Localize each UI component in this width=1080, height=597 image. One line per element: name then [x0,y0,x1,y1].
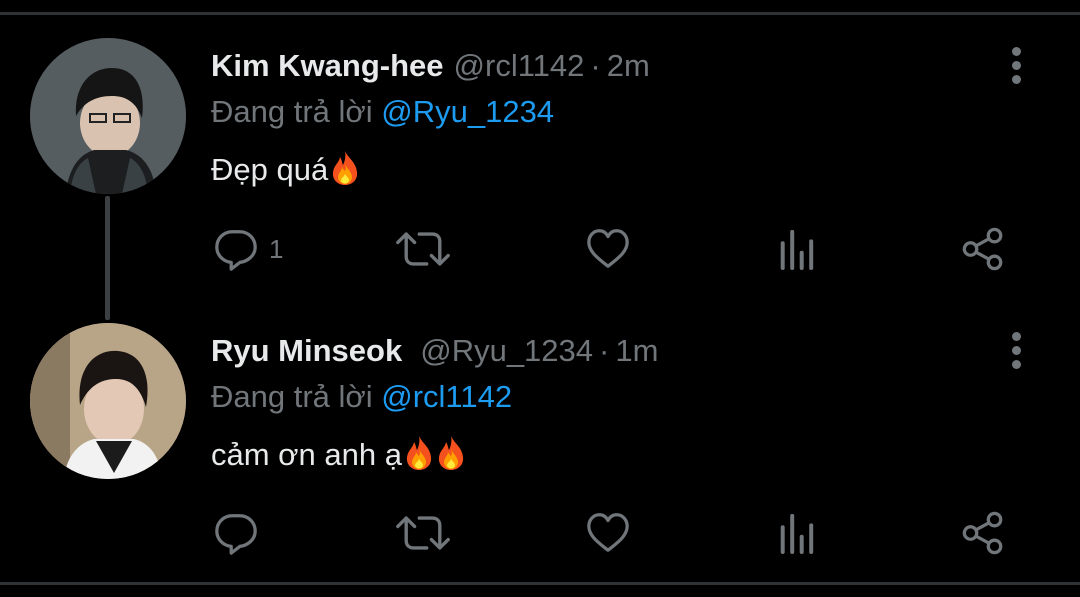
like-button[interactable] [585,508,631,558]
separator-dot: · [599,333,610,368]
more-options-icon[interactable] [1006,46,1028,86]
fire-emoji [404,435,434,471]
like-icon [585,226,631,272]
timestamp[interactable]: 1m [615,333,658,368]
handle[interactable]: @rcl1142 [454,48,585,83]
analytics-icon [777,510,815,556]
mention-link[interactable]: @rcl1142 [381,379,512,414]
more-options-icon[interactable] [1006,331,1028,371]
share-icon [960,510,1006,556]
retweet-button[interactable] [395,224,451,274]
avatar[interactable] [30,38,186,194]
tweet-text: Đẹp quá [211,148,360,192]
replying-to-label: Đang trả lời [211,94,373,129]
replying-to: Đang trả lời @rcl1142 [211,377,512,417]
avatar[interactable] [30,323,186,479]
replying-to: Đang trả lời @Ryu_1234 [211,92,554,132]
analytics-button[interactable] [777,224,815,274]
fire-emoji [330,150,360,186]
bottom-divider [0,582,1080,585]
tweet-text-content: Đẹp quá [211,152,329,187]
tweet[interactable]: Ryu Minseok @Ryu_1234 · 1m Đang trả lời @rc… [0,290,1080,580]
like-icon [585,510,631,556]
tweet-text-content: cảm ơn anh ạ [211,437,402,472]
reply-count: 1 [269,233,284,264]
retweet-icon [395,226,451,272]
analytics-icon [777,226,815,272]
retweet-button[interactable] [395,508,451,558]
handle[interactable]: @Ryu_1234 [420,333,593,368]
share-icon [960,226,1006,272]
retweet-icon [395,510,451,556]
share-button[interactable] [960,508,1006,558]
tweet-text: cảm ơn anh ạ [211,433,466,477]
timestamp[interactable]: 2m [607,48,650,83]
tweet[interactable]: Kim Kwang-hee @rcl1142 · 2m Đang trả lời @R… [0,0,1080,290]
tweet-header: Kim Kwang-hee @rcl1142 · 2m [211,46,650,86]
separator-dot: · [590,48,601,83]
analytics-button[interactable] [777,508,815,558]
display-name[interactable]: Kim Kwang-hee [211,48,444,83]
reply-button[interactable]: 1 [213,224,283,274]
tweet-header: Ryu Minseok @Ryu_1234 · 1m [211,331,658,371]
reply-button[interactable] [213,508,269,558]
replying-to-label: Đang trả lời [211,379,373,414]
fire-emoji [436,435,466,471]
display-name[interactable]: Ryu Minseok [211,333,402,368]
reply-icon [213,226,259,272]
share-button[interactable] [960,224,1006,274]
tweet-actions: 1 [0,224,1080,274]
mention-link[interactable]: @Ryu_1234 [381,94,554,129]
tweet-actions [0,508,1080,558]
reply-icon [213,510,259,556]
like-button[interactable] [585,224,631,274]
